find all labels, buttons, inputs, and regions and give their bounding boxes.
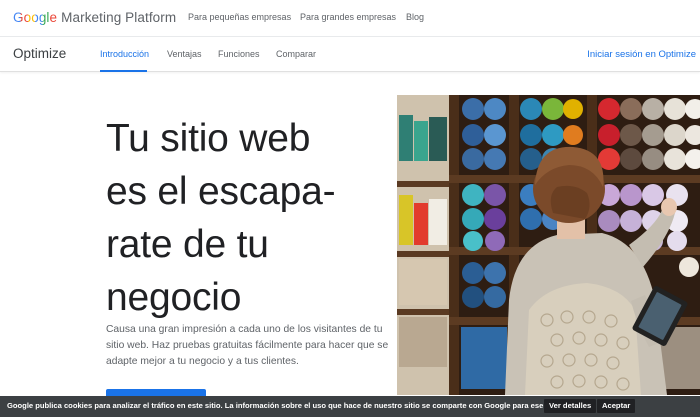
nav-enterprise[interactable]: Para grandes empresas	[300, 12, 396, 22]
product-name[interactable]: Optimize	[13, 46, 66, 61]
headline-line: rate de tu	[106, 223, 269, 266]
tab-funciones[interactable]: Funciones	[218, 49, 260, 59]
cookie-details-button[interactable]: Ver detalles	[544, 399, 597, 413]
active-tab-indicator	[100, 70, 147, 72]
product-bar: Optimize Introducción Ventajas Funciones…	[0, 37, 700, 72]
google-logo-text: Google	[13, 10, 58, 25]
tab-comparar[interactable]: Comparar	[276, 49, 316, 59]
yarn-shop-illustration	[397, 95, 700, 395]
logo-product-text: Marketing Platform	[61, 10, 177, 25]
hero-description: Causa una gran impresión a cada uno de l…	[106, 324, 389, 367]
cookie-accept-button[interactable]: Aceptar	[597, 399, 636, 413]
hero-headline: Tu sitio web es el escapa- rate de tu ne…	[106, 112, 396, 324]
headline-line: Tu sitio web	[106, 117, 311, 160]
cookie-banner: Google publica cookies para analizar el …	[0, 396, 700, 417]
headline-line: es el escapa-	[106, 170, 336, 213]
top-bar: Google Marketing Platform Para pequeñas e…	[0, 0, 700, 37]
tab-introduccion[interactable]: Introducción	[100, 49, 149, 59]
nav-blog[interactable]: Blog	[406, 12, 424, 22]
headline-line: negocio	[106, 276, 242, 319]
google-marketing-platform-logo[interactable]: Google Marketing Platform	[13, 10, 176, 25]
nav-small-business[interactable]: Para pequeñas empresas	[188, 12, 291, 22]
tab-ventajas[interactable]: Ventajas	[167, 49, 202, 59]
cookie-notice-text: Google publica cookies para analizar el …	[7, 401, 557, 410]
hero-photo	[397, 95, 700, 395]
signin-link[interactable]: Iniciar sesión en Optimize	[587, 49, 696, 60]
